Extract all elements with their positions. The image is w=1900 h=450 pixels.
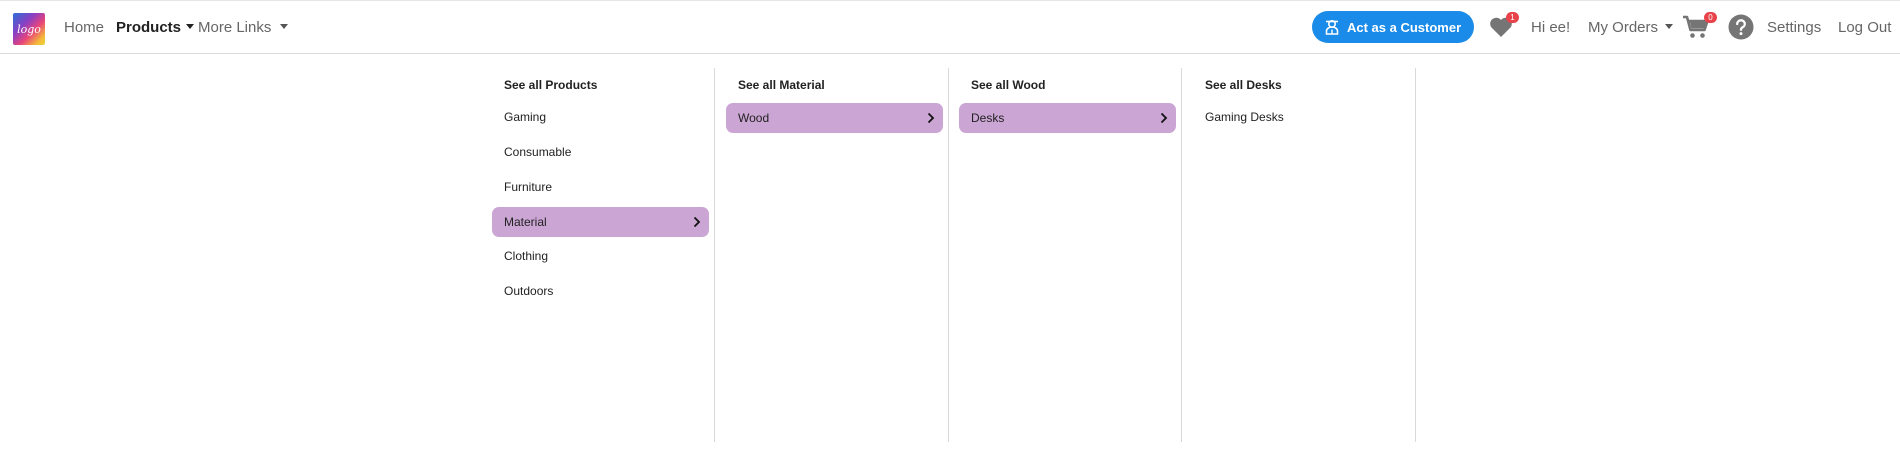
see-all-wood-link[interactable]: See all Wood — [971, 78, 1045, 92]
menu-item-material[interactable]: Material — [492, 207, 709, 237]
nav-more-links-label: More Links — [198, 19, 272, 36]
act-as-customer-label: Act as a Customer — [1347, 19, 1462, 35]
caret-down-icon — [1665, 24, 1674, 29]
menu-item-label: Furniture — [504, 180, 553, 194]
see-all-material-link[interactable]: See all Material — [738, 78, 825, 92]
chevron-right-icon — [693, 216, 701, 228]
menu-item-label: Desks — [971, 111, 1005, 125]
cart-count-badge: 0 — [1704, 12, 1717, 23]
menu-column-wood: See all Wood Desks — [949, 68, 1182, 442]
menu-item-gaming-desks[interactable]: Gaming Desks — [1193, 102, 1410, 132]
customer-icon — [1325, 19, 1339, 35]
menu-column-desks: See all Desks Gaming Desks — [1183, 68, 1416, 442]
menu-item-wood[interactable]: Wood — [726, 103, 943, 133]
help-link[interactable] — [1728, 14, 1754, 40]
menu-item-gaming[interactable]: Gaming — [492, 102, 709, 132]
nav-logout[interactable]: Log Out — [1838, 19, 1891, 37]
nav-more-links[interactable]: More Links — [198, 19, 289, 37]
caret-down-icon — [186, 24, 195, 29]
see-all-desks-link[interactable]: See all Desks — [1205, 78, 1282, 92]
chevron-right-icon — [1160, 112, 1168, 124]
wishlist-count-badge: 1 — [1506, 12, 1519, 23]
cart-link[interactable]: 0 — [1682, 12, 1717, 42]
nav-settings[interactable]: Settings — [1767, 19, 1821, 37]
menu-item-label: Material — [504, 215, 547, 229]
menu-item-furniture[interactable]: Furniture — [492, 172, 709, 202]
menu-item-outdoors[interactable]: Outdoors — [492, 276, 709, 306]
menu-item-label: Wood — [738, 111, 770, 125]
menu-item-consumable[interactable]: Consumable — [492, 137, 709, 167]
caret-down-icon — [280, 24, 289, 29]
logo[interactable]: logo — [13, 13, 45, 45]
nav-products-label: Products — [116, 19, 182, 36]
wishlist-link[interactable]: 1 — [1489, 12, 1519, 40]
nav-my-orders-label: My Orders — [1588, 19, 1659, 36]
menu-item-clothing[interactable]: Clothing — [492, 241, 709, 271]
menu-item-label: Consumable — [504, 145, 572, 159]
greeting-text: Hi ee! — [1531, 19, 1571, 36]
menu-column-products: See all Products Gaming Consumable Furni… — [482, 68, 715, 442]
menu-column-material: See all Material Wood — [716, 68, 949, 442]
logo-text: logo — [17, 22, 41, 36]
nav-my-orders[interactable]: My Orders — [1588, 19, 1674, 37]
see-all-products-link[interactable]: See all Products — [504, 78, 597, 92]
products-mega-menu: See all Products Gaming Consumable Furni… — [482, 68, 1420, 442]
menu-item-label: Outdoors — [504, 284, 554, 298]
nav-products[interactable]: Products — [116, 19, 195, 37]
menu-item-label: Clothing — [504, 249, 549, 263]
menu-item-desks[interactable]: Desks — [959, 103, 1176, 133]
chevron-right-icon — [927, 112, 935, 124]
question-circle-icon — [1728, 14, 1754, 40]
top-navbar: logo Home Products More Links Act as a C… — [0, 0, 1900, 54]
nav-home[interactable]: Home — [64, 19, 104, 37]
menu-item-label: Gaming Desks — [1205, 110, 1284, 124]
menu-item-label: Gaming — [504, 110, 547, 124]
act-as-customer-button[interactable]: Act as a Customer — [1312, 11, 1474, 43]
